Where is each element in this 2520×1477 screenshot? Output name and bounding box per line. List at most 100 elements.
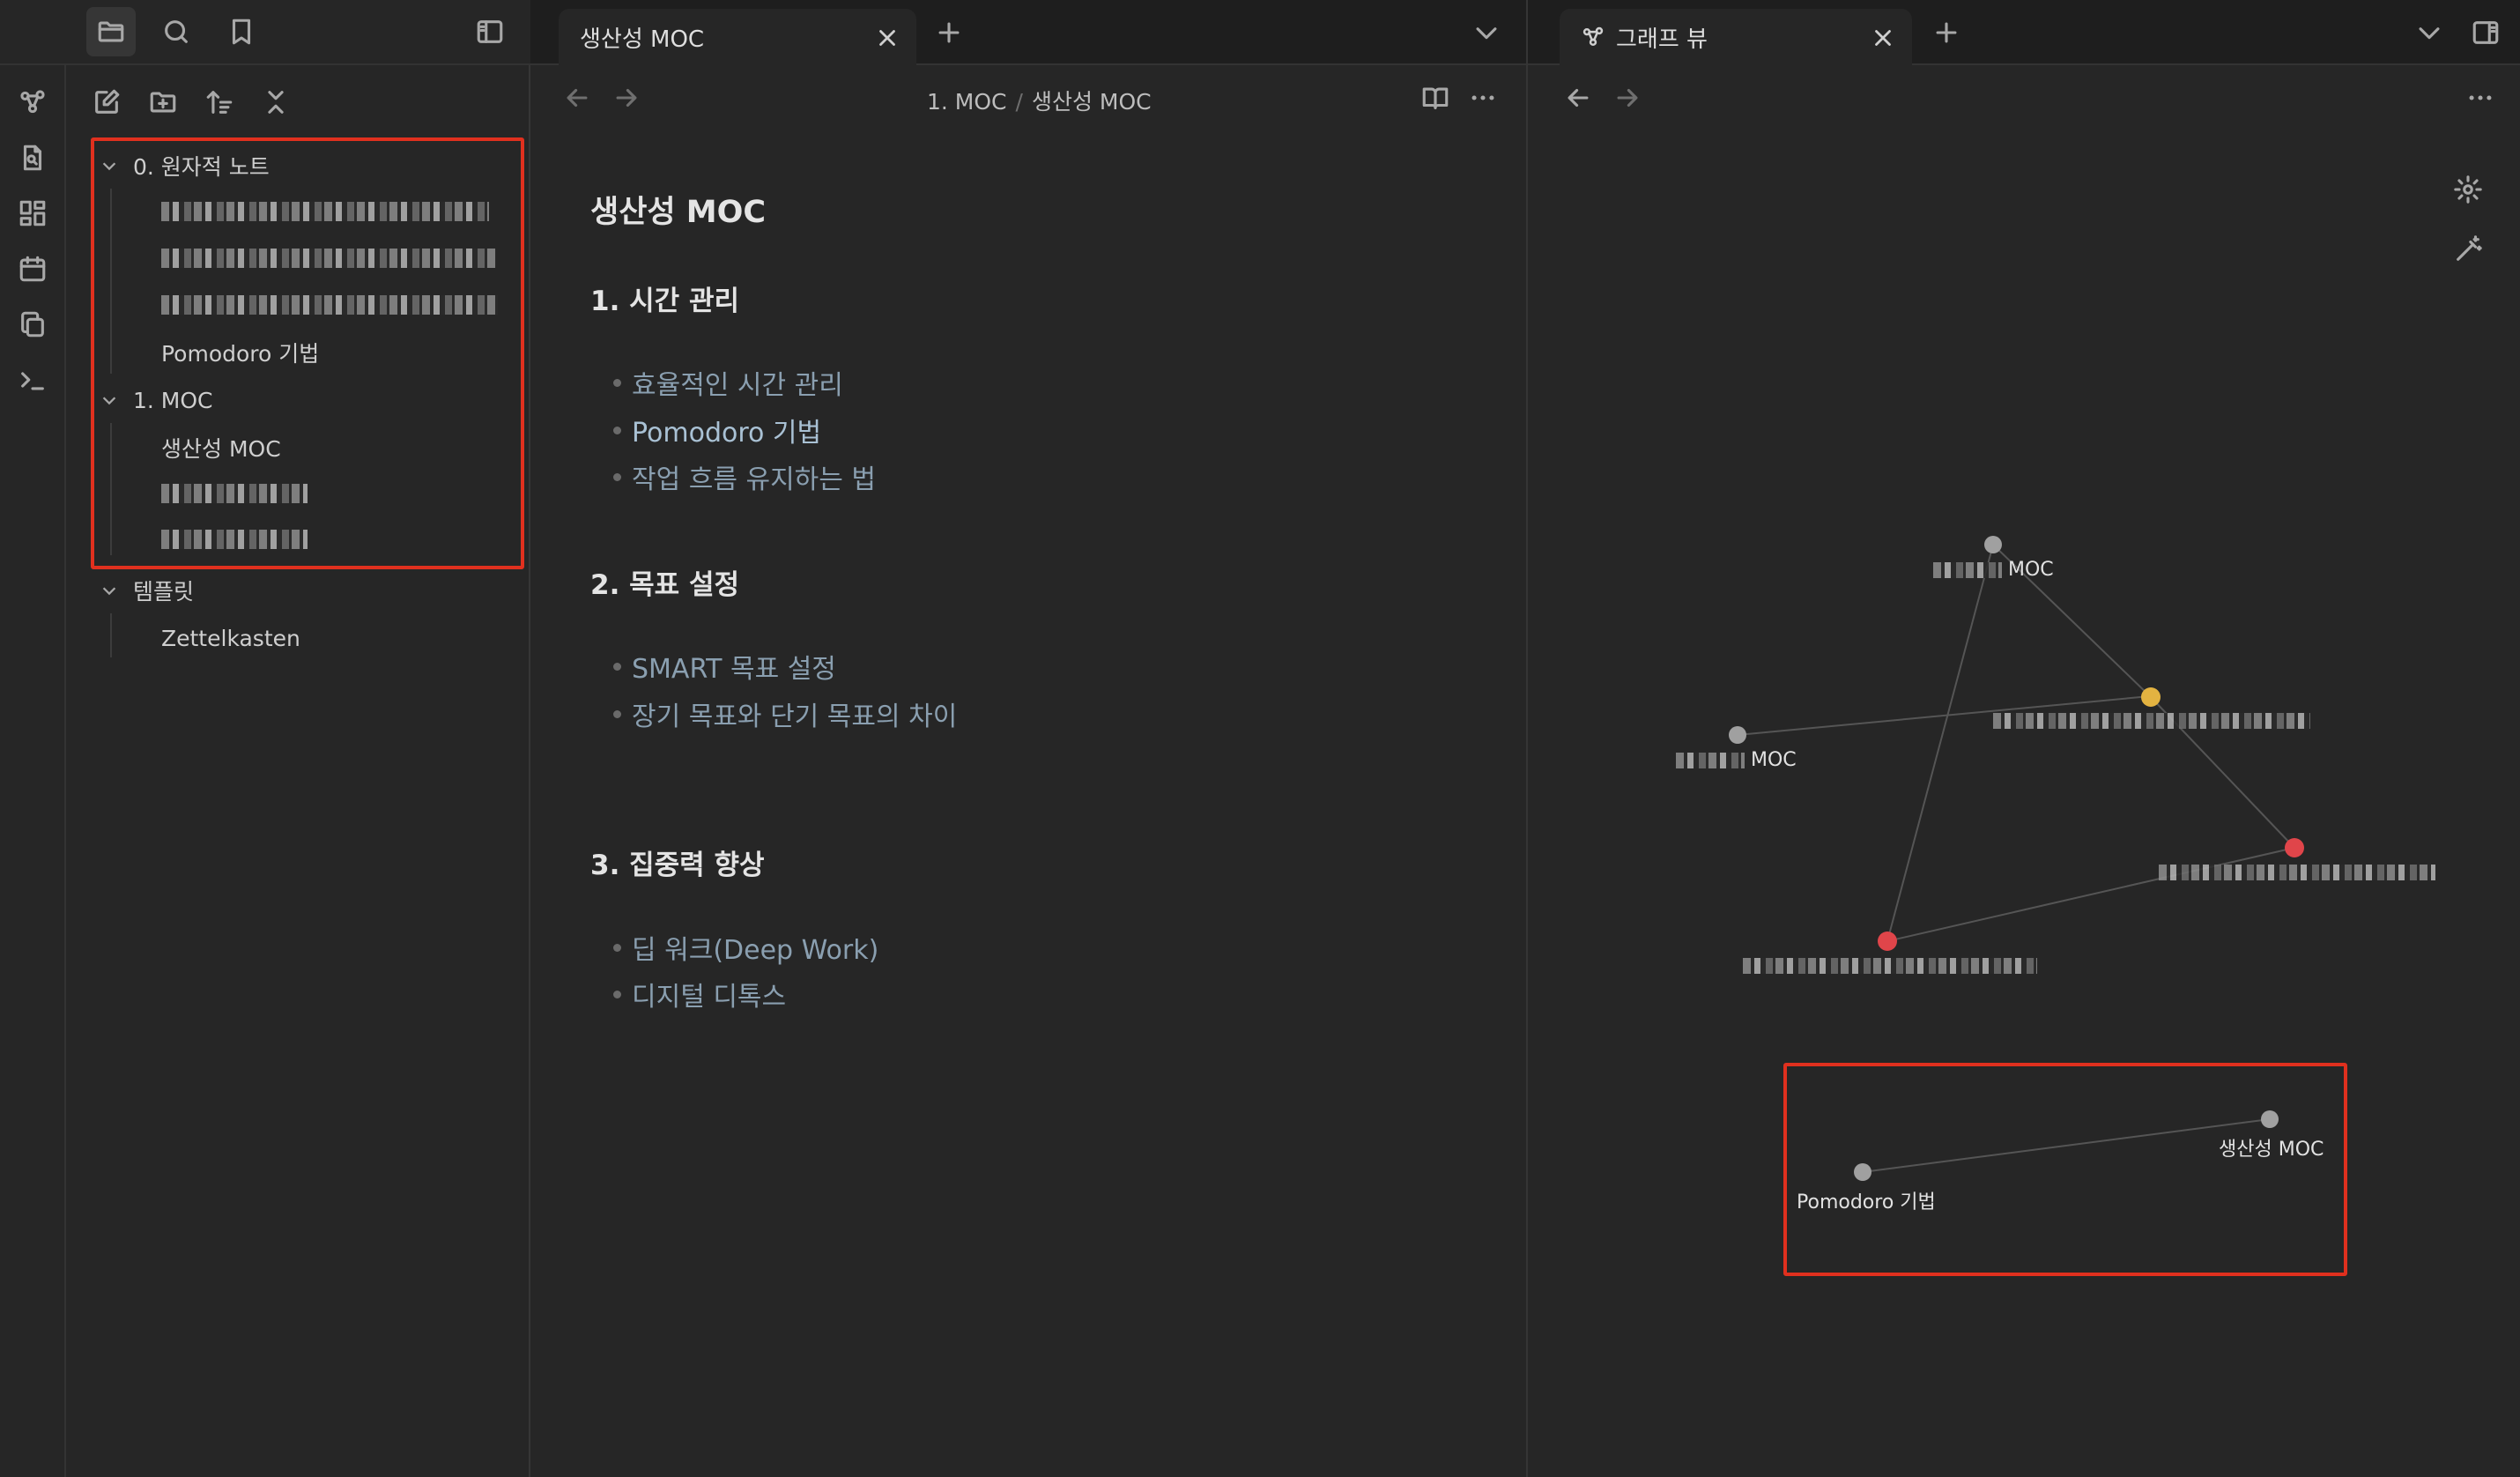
list-item: 장기 목표와 단기 목표의 차이 — [613, 694, 957, 733]
graph-node-label: MOC — [1933, 559, 2054, 581]
chevron-down-icon[interactable] — [2414, 18, 2444, 48]
graph-node[interactable] — [2141, 687, 2161, 707]
terminal-icon — [21, 372, 44, 390]
tab-productivity-moc[interactable]: 생산성 MOC — [559, 9, 916, 65]
left-sidebar-header — [0, 0, 530, 65]
breadcrumb: 1. MOC / 생산성 MOC — [927, 85, 1152, 116]
editor-tab-bar: 생산성 MOC — [530, 0, 1528, 65]
bullet — [613, 709, 621, 718]
close-icon[interactable] — [1870, 25, 1896, 51]
search-icon — [165, 20, 188, 43]
bookmark-icon — [232, 19, 251, 45]
new-note-button[interactable] — [82, 78, 131, 127]
internal-link[interactable]: 장기 목표와 단기 목표의 차이 — [632, 694, 957, 733]
file-search-icon — [23, 145, 42, 171]
tree-guide — [110, 613, 112, 657]
bullet — [613, 378, 621, 387]
graph-view-ribbon-button[interactable] — [11, 80, 55, 124]
graph-node[interactable] — [1984, 536, 2002, 553]
folder-templates[interactable]: 템플릿 — [100, 569, 194, 612]
new-note-icon — [95, 89, 120, 114]
editor-pane: 1. MOC / 생산성 MOC 생산성 MOC 1. 시간 관리 효율적인 시간 … — [530, 65, 1526, 1477]
reading-view-icon[interactable] — [1420, 83, 1450, 113]
internal-link[interactable]: 효율적인 시간 관리 — [632, 363, 843, 402]
redacted-text — [1933, 562, 2002, 578]
new-folder-button[interactable] — [138, 78, 188, 127]
folder-icon — [98, 21, 124, 42]
arrow-left-icon[interactable] — [562, 83, 592, 113]
search-tab[interactable] — [152, 7, 201, 56]
bookmarks-tab[interactable] — [217, 7, 266, 56]
note-title: 생산성 MOC — [590, 195, 767, 230]
breadcrumb-folder[interactable]: 1. MOC — [927, 89, 1007, 115]
bullet — [613, 662, 621, 671]
tab-graph-view[interactable]: 그래프 뷰 — [1560, 9, 1912, 65]
graph-icon — [1582, 26, 1604, 47]
canvas-ribbon-button[interactable] — [11, 191, 55, 235]
breadcrumb-separator: / — [1015, 89, 1023, 115]
graph-node[interactable] — [2285, 838, 2304, 857]
internal-link[interactable]: Pomodoro 기법 — [632, 411, 821, 449]
tab-title: 그래프 뷰 — [1616, 26, 1708, 53]
chevron-down-icon[interactable] — [1471, 18, 1501, 48]
command-palette-ribbon-button[interactable] — [11, 358, 55, 402]
toggle-left-sidebar-button[interactable] — [465, 7, 515, 56]
list-item: 디지털 디톡스 — [613, 975, 786, 1013]
section-heading: 1. 시간 관리 — [590, 286, 740, 317]
list-item: Pomodoro 기법 — [613, 411, 821, 449]
internal-link[interactable]: 딥 워크(Deep Work) — [632, 928, 878, 967]
highlight-box-graph — [1783, 1063, 2347, 1276]
layout-dashboard-icon — [19, 200, 46, 226]
list-item: 효율적인 시간 관리 — [613, 363, 843, 402]
collapse-all-button[interactable] — [251, 78, 300, 127]
graph-node[interactable] — [1878, 931, 1897, 951]
bullet — [613, 990, 621, 998]
list-item: 딥 워크(Deep Work) — [613, 928, 878, 967]
new-folder-icon — [150, 92, 176, 113]
graph-node-label: MOC — [1676, 749, 1797, 771]
open-quick-switcher-button[interactable] — [11, 136, 55, 180]
daily-note-ribbon-button[interactable] — [11, 247, 55, 291]
redacted-text — [1743, 958, 2037, 974]
bullet — [613, 472, 621, 481]
section-heading: 3. 집중력 향상 — [590, 850, 765, 881]
obsidian-window: 0. 원자적 노트 Pomodoro 기법 1. MOC 생산성 MOC 템플릿… — [0, 0, 2520, 1477]
graph-node-label — [1743, 957, 2037, 979]
highlight-box-file-tree — [91, 137, 524, 569]
redacted-text — [1676, 753, 1745, 768]
file-label: Zettelkasten — [161, 625, 300, 651]
sort-icon — [206, 91, 233, 114]
file-explorer-tab[interactable] — [86, 7, 136, 56]
graph-icon — [20, 90, 45, 114]
graph-node-label-text: MOC — [1751, 749, 1797, 771]
bullet — [613, 943, 621, 952]
calendar-icon — [19, 256, 46, 282]
breadcrumb-file[interactable]: 생산성 MOC — [1032, 89, 1152, 115]
file-item-zettelkasten[interactable]: Zettelkasten — [161, 617, 300, 659]
chevron-down-icon — [102, 587, 116, 596]
internal-link[interactable]: 작업 흐름 유지하는 법 — [632, 457, 876, 496]
internal-link[interactable]: 디지털 디톡스 — [632, 975, 786, 1013]
internal-link[interactable]: SMART 목표 설정 — [632, 647, 836, 686]
new-tab-icon[interactable] — [1931, 18, 1961, 48]
ribbon — [0, 65, 66, 1477]
graph-edge — [1886, 847, 2295, 942]
new-tab-icon[interactable] — [934, 18, 964, 48]
graph-node[interactable] — [1729, 726, 1746, 744]
file-explorer: 0. 원자적 노트 Pomodoro 기법 1. MOC 생산성 MOC 템플릿… — [66, 65, 530, 1477]
folder-label: 템플릿 — [133, 579, 195, 605]
graph-tab-bar: 그래프 뷰 — [1528, 0, 2520, 65]
sidebar-right-icon[interactable] — [2471, 18, 2501, 48]
bullet — [613, 426, 621, 434]
tab-title: 생산성 MOC — [580, 26, 705, 53]
templates-ribbon-button[interactable] — [11, 302, 55, 346]
arrow-right-icon[interactable] — [611, 83, 641, 113]
more-options-icon[interactable] — [1468, 83, 1498, 113]
close-icon[interactable] — [874, 25, 901, 51]
redacted-text — [1993, 713, 2310, 729]
sort-button[interactable] — [195, 78, 244, 127]
redacted-text — [2159, 865, 2435, 880]
section-heading: 2. 목표 설정 — [590, 569, 740, 601]
list-item: SMART 목표 설정 — [613, 647, 836, 686]
graph-pane: MOC MOC Pomodoro 기법 생산성 MOC — [1528, 65, 2520, 1477]
